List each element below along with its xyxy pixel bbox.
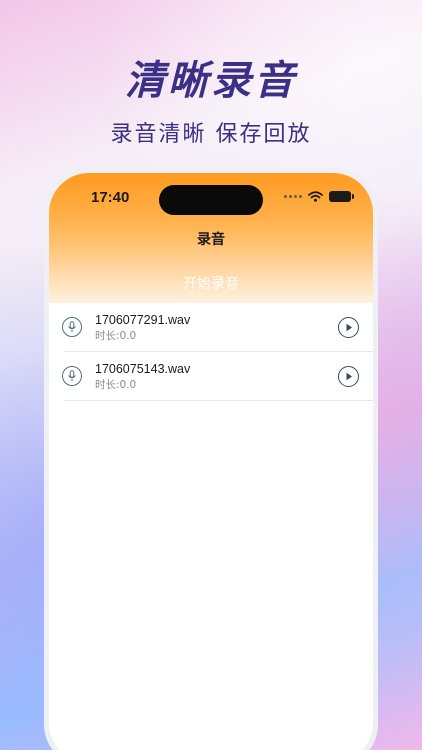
play-icon[interactable] (338, 366, 359, 387)
signal-dots-icon (284, 195, 302, 198)
phone-frame: 17:40 录音 开始录音 1706077291.wav 时长:0.0 1706… (44, 168, 378, 750)
status-icons (284, 191, 354, 202)
recording-duration: 时长:0.0 (95, 330, 137, 342)
status-bar: 17:40 (49, 185, 373, 215)
recording-info: 1706077291.wav 时长:0.0 (95, 313, 190, 344)
recorder-header: 17:40 录音 开始录音 (49, 173, 373, 303)
battery-icon (329, 191, 354, 202)
recording-file-name: 1706075143.wav (95, 362, 191, 376)
recording-duration: 时长:0.0 (95, 379, 137, 391)
phone-screen: 17:40 录音 开始录音 1706077291.wav 时长:0.0 1706… (49, 173, 373, 750)
microphone-icon (62, 317, 82, 337)
promo-headline: 清晰录音 (125, 58, 297, 104)
list-item[interactable]: 1706075143.wav 时长:0.0 (49, 352, 373, 401)
play-icon[interactable] (338, 317, 359, 338)
microphone-icon (62, 366, 82, 386)
recording-file-name: 1706077291.wav (95, 313, 191, 327)
page-title: 录音 (197, 232, 225, 248)
promo-subline: 录音清晰 保存回放 (110, 122, 312, 147)
row-divider (65, 400, 373, 401)
start-recording-button[interactable]: 开始录音 (175, 271, 247, 295)
wifi-icon (308, 191, 323, 202)
recording-info: 1706075143.wav 时长:0.0 (95, 362, 190, 393)
status-time: 17:40 (91, 189, 130, 206)
list-item[interactable]: 1706077291.wav 时长:0.0 (49, 303, 373, 352)
recordings-list: 1706077291.wav 时长:0.0 1706075143.wav 时长:… (49, 303, 373, 401)
dynamic-island (159, 185, 263, 215)
